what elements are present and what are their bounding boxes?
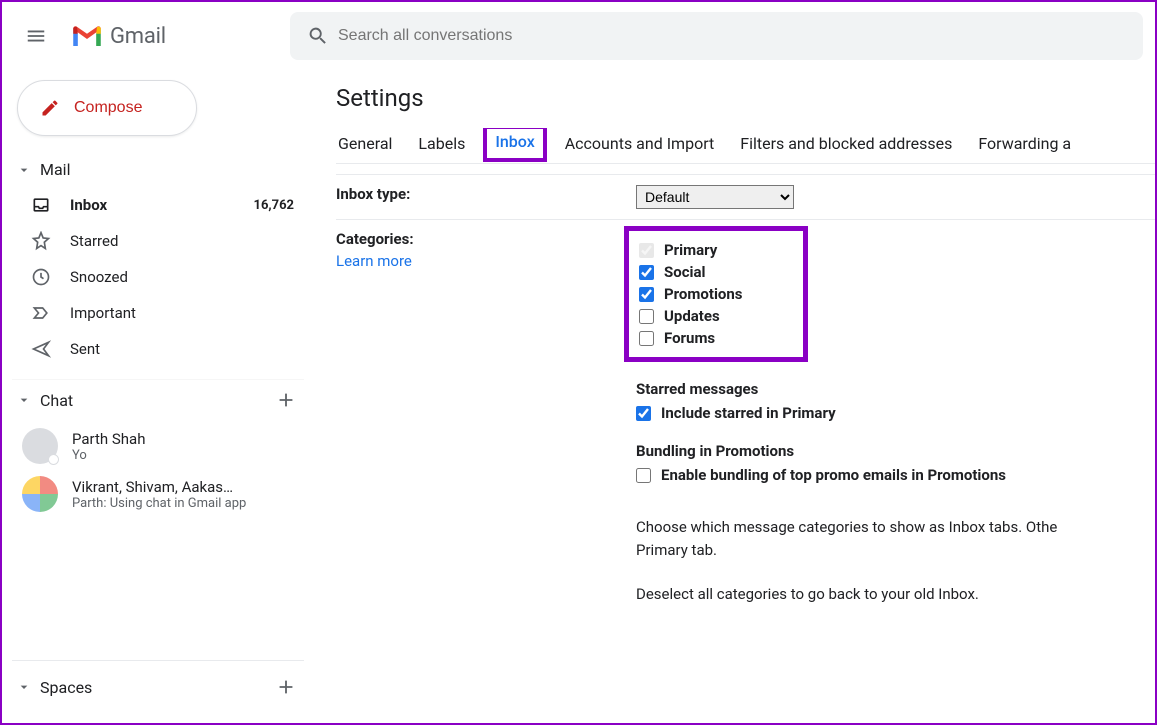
category-social[interactable]: Social xyxy=(639,261,743,283)
categories-description-2: Deselect all categories to go back to yo… xyxy=(636,583,1155,606)
tab-general[interactable]: General xyxy=(336,128,394,159)
clock-icon xyxy=(30,267,52,287)
gmail-logo-icon xyxy=(70,23,104,49)
tab-labels[interactable]: Labels xyxy=(416,128,467,159)
mail-nav: Inbox 16,762 Starred Snoozed Important S… xyxy=(12,187,304,377)
category-promotions[interactable]: Promotions xyxy=(639,283,743,305)
important-icon xyxy=(30,303,52,323)
main-menu-button[interactable] xyxy=(12,12,60,60)
include-starred-option[interactable]: Include starred in Primary xyxy=(636,402,1155,424)
page-title: Settings xyxy=(336,84,1155,112)
bundling-checkbox[interactable] xyxy=(636,468,651,483)
chat-item[interactable]: Vikrant, Shivam, Aakas… Parth: Using cha… xyxy=(12,470,304,518)
category-forums[interactable]: Forums xyxy=(639,327,743,349)
category-forums-checkbox[interactable] xyxy=(639,331,654,346)
bundling-heading: Bundling in Promotions xyxy=(636,442,1155,460)
chevron-down-icon xyxy=(16,679,32,695)
category-promotions-checkbox[interactable] xyxy=(639,287,654,302)
app-name: Gmail xyxy=(110,24,166,49)
compose-button[interactable]: Compose xyxy=(17,80,197,136)
sidebar-item-sent[interactable]: Sent xyxy=(12,331,304,367)
chevron-down-icon xyxy=(16,392,32,408)
settings-tabs: General Labels Inbox Accounts and Import… xyxy=(336,128,1155,164)
category-primary: Primary xyxy=(639,239,743,261)
mail-section-header[interactable]: Mail xyxy=(12,154,304,187)
chevron-down-icon xyxy=(16,162,32,178)
category-updates[interactable]: Updates xyxy=(639,305,743,327)
starred-messages-heading: Starred messages xyxy=(636,380,1155,398)
category-social-checkbox[interactable] xyxy=(639,265,654,280)
star-icon xyxy=(30,231,52,251)
search-icon[interactable] xyxy=(298,25,338,47)
chat-section-header[interactable]: Chat xyxy=(12,380,304,422)
compose-label: Compose xyxy=(74,99,142,117)
tab-inbox[interactable]: Inbox xyxy=(483,128,546,162)
learn-more-link[interactable]: Learn more xyxy=(336,252,636,270)
bundling-option[interactable]: Enable bundling of top promo emails in P… xyxy=(636,464,1155,486)
sidebar-item-inbox[interactable]: Inbox 16,762 xyxy=(12,187,304,223)
inbox-type-select[interactable]: Default xyxy=(636,185,794,209)
include-starred-checkbox[interactable] xyxy=(636,406,651,421)
sidebar-item-snoozed[interactable]: Snoozed xyxy=(12,259,304,295)
tab-accounts[interactable]: Accounts and Import xyxy=(563,128,717,159)
categories-highlight-box: Primary Social Promotions Updates xyxy=(624,226,808,362)
inbox-type-label: Inbox type: xyxy=(336,185,636,209)
category-primary-checkbox xyxy=(639,243,654,258)
categories-label: Categories: xyxy=(336,230,414,248)
search-input[interactable] xyxy=(338,27,1135,45)
inbox-icon xyxy=(30,195,52,215)
spaces-section-header[interactable]: Spaces xyxy=(12,660,304,709)
new-chat-button[interactable] xyxy=(272,386,300,414)
avatar xyxy=(22,476,58,512)
category-updates-checkbox[interactable] xyxy=(639,309,654,324)
categories-description: Choose which message categories to show … xyxy=(636,516,1155,561)
sidebar-item-important[interactable]: Important xyxy=(12,295,304,331)
avatar xyxy=(22,428,58,464)
sidebar-item-starred[interactable]: Starred xyxy=(12,223,304,259)
new-space-button[interactable] xyxy=(272,673,300,701)
search-bar[interactable] xyxy=(290,12,1143,60)
pencil-icon xyxy=(40,98,60,118)
tab-forwarding[interactable]: Forwarding a xyxy=(976,128,1073,159)
tab-filters[interactable]: Filters and blocked addresses xyxy=(738,128,954,159)
gmail-logo[interactable]: Gmail xyxy=(60,23,290,49)
send-icon xyxy=(30,339,52,359)
chat-item[interactable]: Parth Shah Yo xyxy=(12,422,304,470)
